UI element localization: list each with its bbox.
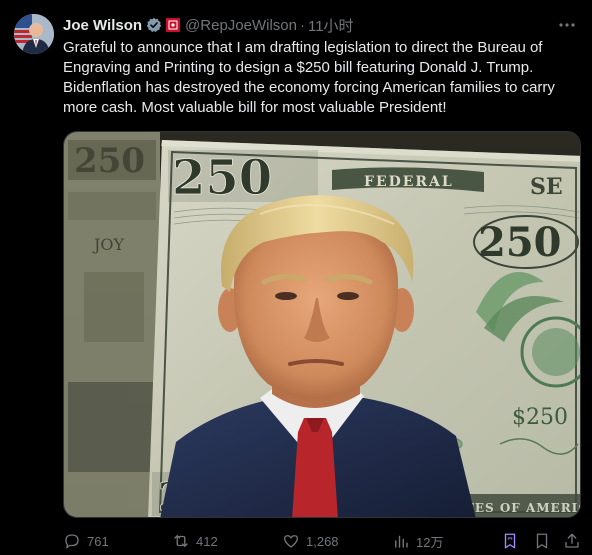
reply-count: 761 xyxy=(87,533,109,549)
post-header: Joe Wilson @RepJoeWilson · 11小时 xyxy=(63,14,578,36)
reply-button[interactable]: 761 xyxy=(63,528,109,554)
post[interactable]: Joe Wilson @RepJoeWilson · 11小时 Grateful… xyxy=(0,0,592,555)
back-bill-denomination: 250 xyxy=(74,141,145,181)
bill-right-fragment: SE xyxy=(530,174,563,200)
separator-dot: · xyxy=(299,16,305,34)
bill-header-banner: FEDERAL xyxy=(332,167,484,192)
bookmark-outline-button[interactable] xyxy=(533,528,551,554)
bookmark-icon xyxy=(504,533,516,549)
house-seal-icon[interactable] xyxy=(166,18,181,32)
like-button[interactable]: 1,268 xyxy=(282,528,339,554)
views-count: 12万 xyxy=(416,534,444,550)
like-count: 1,268 xyxy=(306,533,339,549)
action-bar: 761 412 1,268 12万 xyxy=(63,528,583,554)
background-bill: 250 JOY xyxy=(64,132,160,517)
repost-icon xyxy=(174,535,188,547)
svg-text:250: 250 xyxy=(478,219,562,266)
like-icon xyxy=(283,535,299,548)
avatar[interactable] xyxy=(14,14,54,54)
views-button[interactable]: 12万 xyxy=(392,528,443,554)
post-image[interactable]: 250 JOY 250 FEDERAL SE 250 $250 OF AMERI xyxy=(63,131,581,518)
bookmark-icon xyxy=(536,533,548,549)
bookmark-button[interactable] xyxy=(501,528,519,554)
views-icon xyxy=(395,535,408,548)
post-text: Grateful to announce that I am drafting … xyxy=(63,39,555,116)
svg-text:FEDERAL: FEDERAL xyxy=(364,174,454,190)
bill-small-number: $250 xyxy=(512,405,568,430)
post-time[interactable]: 11小时 xyxy=(308,15,354,36)
svg-text:250: 250 xyxy=(172,150,272,206)
back-bill-fragment: JOY xyxy=(92,235,125,254)
share-icon xyxy=(565,533,579,548)
repost-button[interactable]: 412 xyxy=(172,528,218,554)
share-button[interactable] xyxy=(563,528,581,554)
more-icon[interactable] xyxy=(556,14,578,36)
repost-count: 412 xyxy=(196,533,218,549)
trump-250-bill-image: 250 JOY 250 FEDERAL SE 250 $250 OF AMERI xyxy=(64,132,580,517)
author-handle[interactable]: @RepJoeWilson xyxy=(185,17,297,34)
reply-icon xyxy=(65,534,79,549)
avatar-image xyxy=(14,14,54,54)
verified-badge-icon[interactable] xyxy=(146,17,162,33)
author-name[interactable]: Joe Wilson xyxy=(63,17,142,34)
